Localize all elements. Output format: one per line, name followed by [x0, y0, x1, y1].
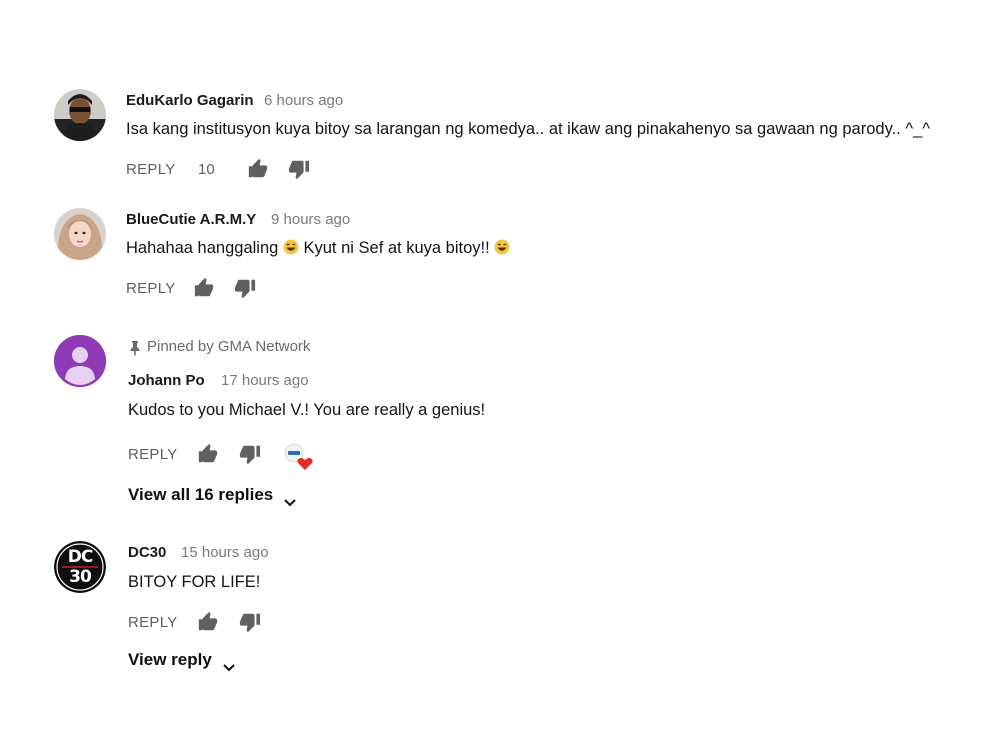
like-count: 10	[198, 161, 215, 178]
thumbs-up-icon[interactable]	[197, 443, 219, 465]
avatar[interactable]	[54, 335, 106, 387]
comment-text-part: Kyut ni Sef at kuya bitoy!!	[303, 239, 490, 257]
comment-timestamp[interactable]: 9 hours ago	[271, 211, 350, 228]
view-replies-button[interactable]: View all 16 replies	[128, 485, 296, 506]
reply-button[interactable]: REPLY	[128, 614, 178, 631]
comment-author[interactable]: BlueCutie A.R.M.Y	[126, 211, 256, 228]
pinned-label: Pinned by GMA Network	[147, 338, 311, 355]
avatar[interactable]	[54, 208, 106, 260]
comment-text: Kudos to you Michael V.! You are really …	[128, 401, 486, 419]
comment-timestamp[interactable]: 15 hours ago	[181, 544, 269, 561]
reply-button[interactable]: REPLY	[126, 280, 176, 297]
avatar[interactable]: DC 30	[54, 541, 106, 593]
comment-text: Hahahaa hanggaling Kyut ni Sef at kuya b…	[126, 239, 510, 258]
thumbs-up-icon[interactable]	[197, 611, 219, 633]
laughing-emoji-icon	[494, 239, 510, 255]
chevron-down-icon	[222, 657, 235, 671]
thumbs-down-icon[interactable]	[234, 277, 256, 299]
avatar[interactable]	[54, 89, 106, 141]
thumbs-down-icon[interactable]	[239, 611, 261, 633]
comment-author[interactable]: DC30	[128, 544, 166, 561]
reply-button[interactable]: REPLY	[128, 446, 178, 463]
avatar-text: 30	[69, 567, 92, 587]
thumbs-down-icon[interactable]	[288, 158, 310, 180]
comment-text: BITOY FOR LIFE!	[128, 573, 261, 591]
thumbs-up-icon[interactable]	[247, 158, 269, 180]
reply-button[interactable]: REPLY	[126, 161, 176, 178]
view-replies-button[interactable]: View reply	[128, 650, 235, 671]
creator-heart-icon	[284, 443, 314, 471]
view-replies-label: View reply	[128, 650, 212, 669]
avatar-text: DC	[67, 547, 94, 567]
comment-text: Isa kang institusyon kuya bitoy sa laran…	[126, 120, 931, 138]
pin-icon	[128, 340, 142, 356]
view-replies-label: View all 16 replies	[128, 485, 274, 504]
comment-timestamp[interactable]: 17 hours ago	[221, 372, 309, 389]
laughing-emoji-icon	[283, 239, 299, 255]
comment-timestamp[interactable]: 6 hours ago	[264, 92, 343, 109]
chevron-down-icon	[284, 492, 296, 506]
comment-author[interactable]: EduKarlo Gagarin	[126, 92, 254, 109]
thumbs-up-icon[interactable]	[193, 277, 215, 299]
comment-text-part: Hahahaa hanggaling	[126, 239, 279, 257]
comment-author[interactable]: Johann Po	[128, 372, 205, 389]
thumbs-down-icon[interactable]	[239, 443, 261, 465]
